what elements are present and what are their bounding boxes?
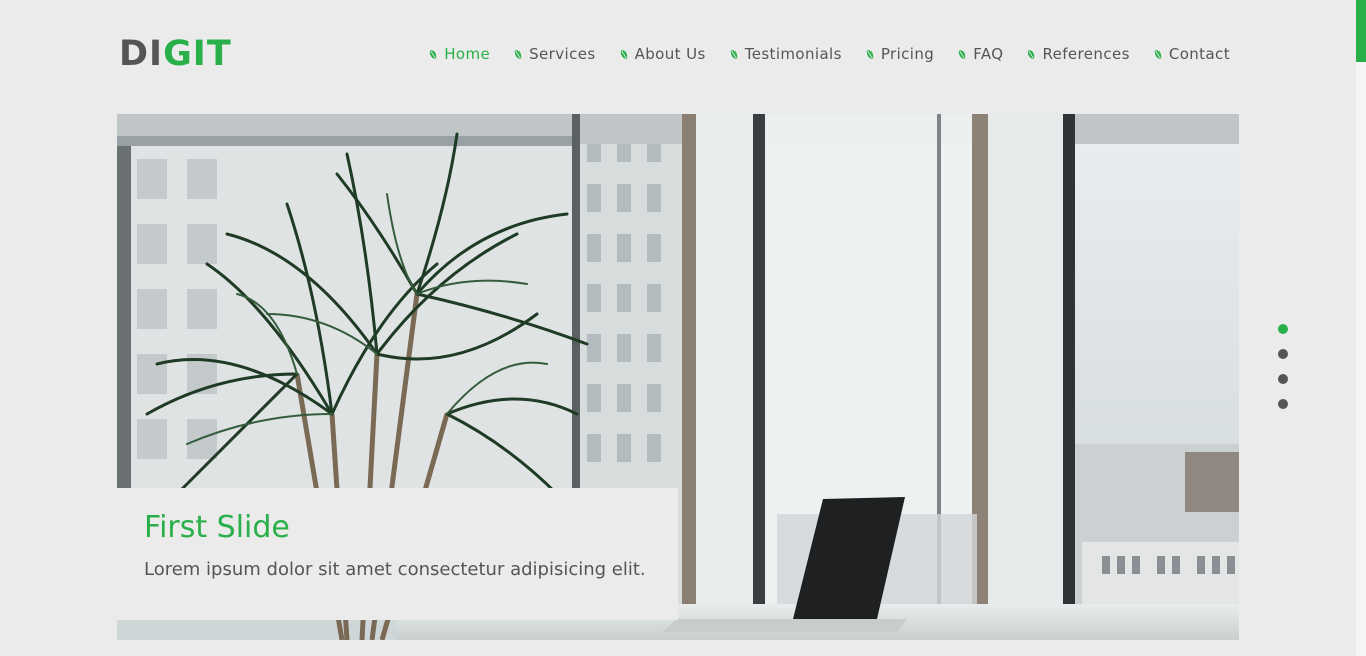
page: DIGIT Home Services About Us Testimonial… [0,0,1366,656]
leaf-icon [730,49,737,59]
nav-item-contact[interactable]: Contact [1154,44,1230,64]
leaf-icon [866,49,874,59]
nav-label: Home [444,45,491,63]
leaf-icon [430,49,437,59]
scrollbar-thumb[interactable] [1356,0,1366,62]
nav-label: References [1042,45,1130,63]
nav-item-services[interactable]: Services [514,44,595,64]
leaf-icon [514,49,522,59]
nav-item-faq[interactable]: FAQ [958,44,1003,64]
nav-item-home[interactable]: Home [429,44,490,64]
site-logo[interactable]: DIGIT [119,34,232,74]
slide-description: Lorem ipsum dolor sit amet consectetur a… [144,559,646,580]
leaf-icon [620,49,627,59]
slider-dot-3[interactable] [1278,374,1288,384]
leaf-icon [1154,49,1162,59]
slider-pagination [1278,324,1288,424]
nav-label: Pricing [880,45,935,63]
nav-label: Services [529,45,596,63]
nav-label: FAQ [973,45,1004,63]
nav-item-about-us[interactable]: About Us [620,44,706,64]
nav-item-pricing[interactable]: Pricing [866,44,934,64]
slide-caption: First Slide Lorem ipsum dolor sit amet c… [117,488,678,620]
nav-item-testimonials[interactable]: Testimonials [730,44,842,64]
nav-item-references[interactable]: References [1027,44,1129,64]
slider-dot-1[interactable] [1278,324,1288,334]
nav-label: Contact [1168,45,1230,63]
leaf-icon [1028,49,1035,59]
slider-dot-4[interactable] [1278,399,1288,409]
slide-title: First Slide [144,510,290,545]
nav-label: About Us [634,45,706,63]
logo-part-1: DI [119,34,164,74]
scrollbar-track[interactable] [1356,0,1366,656]
leaf-icon [959,49,966,59]
main-nav: Home Services About Us Testimonials Pric… [405,44,1230,64]
logo-part-2: GIT [163,34,232,74]
slider-dot-2[interactable] [1278,349,1288,359]
nav-label: Testimonials [744,45,842,63]
